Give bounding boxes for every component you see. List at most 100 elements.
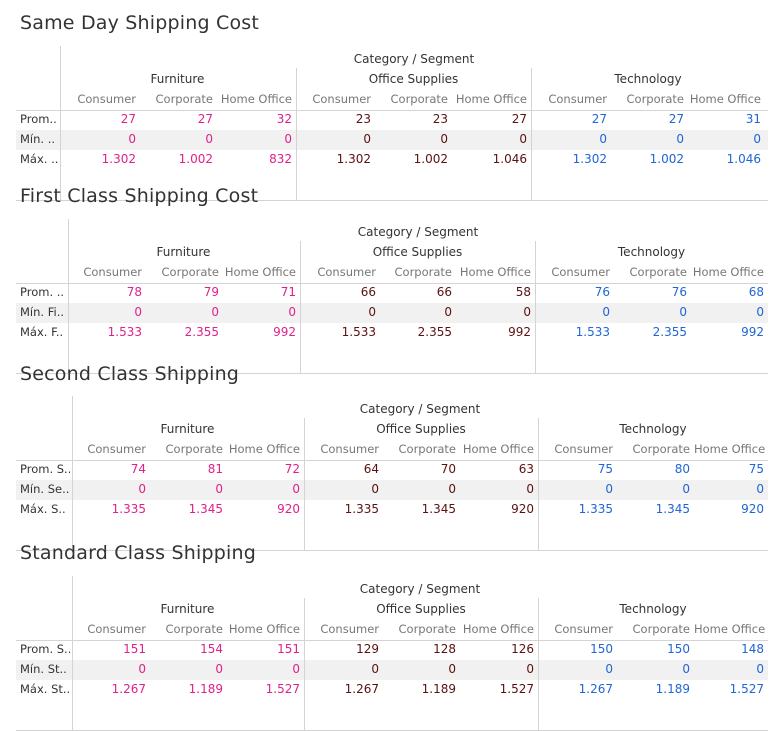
section-title: Standard Class Shipping: [20, 542, 256, 564]
table-cell: 1.527: [499, 682, 534, 696]
category-header: Office Supplies: [368, 72, 459, 86]
row-header[interactable]: Mín. ..: [20, 132, 58, 146]
category-header: Furniture: [160, 602, 215, 616]
segment-header: Consumer: [320, 442, 379, 456]
table-cell: 0: [679, 305, 687, 319]
table-cell: 66: [436, 285, 452, 299]
segment-header: Corporate: [155, 92, 214, 106]
table-cell: 0: [368, 305, 376, 319]
row-header[interactable]: Mín. Se..: [20, 482, 70, 496]
row-header[interactable]: Prom. S..: [20, 642, 70, 656]
row-header[interactable]: Mín. Fi..: [20, 305, 66, 319]
row-header[interactable]: Máx. ..: [20, 152, 58, 166]
table-cell: 81: [207, 462, 223, 476]
table-cell: 0: [205, 132, 213, 146]
table-cell: 0: [756, 662, 764, 676]
row-header[interactable]: Máx. S..: [20, 502, 70, 516]
table-cell: 154: [200, 642, 223, 656]
table-cell: 23: [432, 112, 448, 126]
table-cell: 0: [682, 482, 690, 496]
row-header[interactable]: Prom. ..: [20, 285, 66, 299]
segment-header: Consumer: [554, 622, 613, 636]
segment-header: Home Office: [694, 622, 766, 636]
table-cell: 27: [197, 112, 213, 126]
table-cell: 1.533: [107, 325, 142, 339]
segment-header: Consumer: [87, 442, 146, 456]
table-cell: 72: [284, 462, 300, 476]
table-cell: 31: [745, 112, 761, 126]
table-cell: 27: [668, 112, 684, 126]
table-cell: 1.046: [492, 152, 527, 166]
table-cell: 920: [277, 502, 300, 516]
table-cell: 0: [215, 662, 223, 676]
table-cell: 27: [120, 112, 136, 126]
table-cell: 75: [748, 462, 764, 476]
segment-header: Corporate: [629, 265, 688, 279]
segment-header: Home Office: [455, 92, 527, 106]
row-header[interactable]: Máx. St..: [20, 682, 70, 696]
table-cell: 1.345: [421, 502, 456, 516]
segment-header: Consumer: [77, 92, 136, 106]
table-cell: 992: [508, 325, 531, 339]
table-cell: 1.002: [413, 152, 448, 166]
table-cell: 148: [741, 642, 764, 656]
segment-header: Consumer: [320, 622, 379, 636]
segment-header: Home Office: [689, 92, 761, 106]
table-cell: 832: [269, 152, 292, 166]
category-header: Office Supplies: [376, 422, 466, 436]
table-cell: 1.267: [578, 682, 613, 696]
table-cell: 151: [123, 642, 146, 656]
table-cell: 0: [215, 482, 223, 496]
table-cell: 74: [130, 462, 146, 476]
table-cell: 2.355: [184, 325, 219, 339]
table-cell: 1.345: [655, 502, 690, 516]
table-cell: 920: [511, 502, 534, 516]
table-cell: 0: [444, 305, 452, 319]
table-cell: 0: [288, 305, 296, 319]
table-cell: 32: [276, 112, 292, 126]
table-cell: 0: [523, 305, 531, 319]
column-header-caption: Category / Segment: [353, 52, 475, 66]
table-cell: 0: [128, 132, 136, 146]
table-cell: 70: [440, 462, 456, 476]
table-cell: 27: [591, 112, 607, 126]
category-header: Office Supplies: [376, 602, 466, 616]
table-cell: 0: [526, 662, 534, 676]
row-header[interactable]: Prom..: [20, 112, 58, 126]
table-cell: 0: [363, 132, 371, 146]
category-header: Furniture: [150, 72, 205, 86]
segment-header: Home Office: [692, 265, 764, 279]
table-cell: 66: [360, 285, 376, 299]
segment-header: Corporate: [165, 622, 224, 636]
table-cell: 0: [448, 662, 456, 676]
table-cell: 1.302: [572, 152, 607, 166]
segment-header: Home Office: [459, 265, 531, 279]
table-cell: 78: [126, 285, 142, 299]
table-cell: 0: [371, 482, 379, 496]
segment-header: Corporate: [394, 265, 453, 279]
table-cell: 1.189: [421, 682, 456, 696]
section-title: Same Day Shipping Cost: [20, 12, 260, 34]
table-cell: 0: [753, 132, 761, 146]
table-cell: 1.002: [649, 152, 684, 166]
header-bottom-line: [16, 110, 768, 111]
column-header-caption: Category / Segment: [359, 582, 481, 596]
table-cell: 71: [280, 285, 296, 299]
segment-header: Corporate: [398, 622, 457, 636]
table-cell: 1.267: [111, 682, 146, 696]
table-cell: 0: [440, 132, 448, 146]
table-cell: 1.533: [341, 325, 376, 339]
table-cell: 76: [671, 285, 687, 299]
segment-header: Home Office: [228, 442, 300, 456]
row-header[interactable]: Prom. S..: [20, 462, 70, 476]
table-cell: 0: [284, 132, 292, 146]
table-cell: 151: [277, 642, 300, 656]
table-cell: 992: [741, 325, 764, 339]
row-header[interactable]: Mín. St..: [20, 662, 70, 676]
table-cell: 0: [682, 662, 690, 676]
row-header[interactable]: Máx. F..: [20, 325, 66, 339]
table-cell: 0: [605, 482, 613, 496]
table-cell: 76: [594, 285, 610, 299]
section-title: Second Class Shipping: [20, 363, 240, 385]
table-cell: 1.189: [188, 682, 223, 696]
